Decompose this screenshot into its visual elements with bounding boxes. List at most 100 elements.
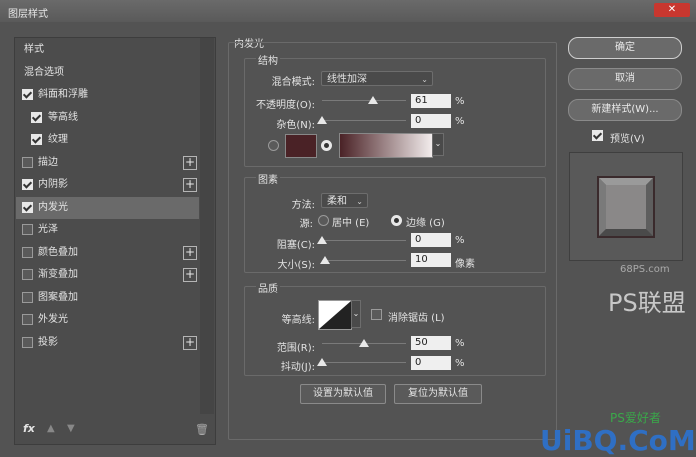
solid-color-radio[interactable]: [268, 140, 279, 151]
style-item-label: 渐变叠加: [38, 269, 78, 280]
jitter-slider[interactable]: [322, 362, 406, 363]
style-item-label: 光泽: [38, 224, 58, 235]
style-item-7[interactable]: 内发光: [16, 196, 199, 219]
source-center-radio[interactable]: [318, 215, 329, 226]
style-item-6[interactable]: 内阴影 +: [16, 174, 199, 196]
style-list-scrollbar[interactable]: [200, 38, 214, 414]
cancel-button[interactable]: 取消: [568, 68, 682, 90]
style-item-12[interactable]: 外发光: [16, 309, 199, 331]
blend-mode-value: 线性加深: [327, 74, 367, 85]
blend-mode-dropdown[interactable]: 线性加深 ⌄: [321, 71, 433, 86]
glow-color-swatch[interactable]: [285, 134, 317, 158]
noise-slider[interactable]: [322, 120, 406, 121]
noise-input[interactable]: 0: [411, 114, 451, 128]
watermark-site-68ps: 68PS.com: [620, 264, 670, 275]
style-item-0[interactable]: 样式: [16, 39, 199, 61]
style-item-label: 混合选项: [24, 66, 64, 78]
style-item-11[interactable]: 图案叠加: [16, 287, 199, 309]
watermark-site-uibq: UiBQ.CoM: [540, 424, 696, 457]
chevron-down-icon: ⌄: [352, 309, 360, 318]
size-input[interactable]: 10: [411, 253, 451, 267]
jitter-slider-thumb[interactable]: [317, 358, 327, 366]
trash-icon[interactable]: 🗑: [195, 423, 209, 436]
method-value: 柔和: [327, 196, 347, 207]
style-item-checkbox[interactable]: [22, 314, 33, 325]
style-item-checkbox[interactable]: [22, 201, 33, 213]
blend-mode-label: 混合模式:: [271, 77, 315, 88]
new-style-button[interactable]: 新建样式(W)...: [568, 99, 682, 121]
style-item-3[interactable]: 等高线: [16, 107, 199, 129]
source-center-label: 居中 (E): [332, 218, 370, 229]
move-up-icon[interactable]: ▲: [47, 423, 55, 434]
style-item-checkbox[interactable]: [22, 89, 33, 100]
style-item-10[interactable]: 渐变叠加 +: [16, 264, 199, 286]
glow-gradient-swatch[interactable]: [339, 133, 433, 158]
antialias-checkbox[interactable]: [371, 309, 382, 320]
style-item-9[interactable]: 颜色叠加 +: [16, 242, 199, 264]
style-item-13[interactable]: 投影 +: [16, 332, 199, 354]
style-item-checkbox[interactable]: [22, 224, 33, 235]
reset-default-button[interactable]: 复位为默认值: [394, 384, 482, 404]
style-item-8[interactable]: 光泽: [16, 219, 199, 241]
range-label: 范围(R):: [276, 343, 315, 354]
noise-slider-thumb[interactable]: [317, 116, 327, 124]
ok-button[interactable]: 确定: [568, 37, 682, 59]
style-item-2[interactable]: 斜面和浮雕: [16, 84, 199, 106]
choke-input[interactable]: 0: [411, 233, 451, 247]
style-item-label: 内阴影: [38, 179, 68, 190]
style-item-checkbox[interactable]: [31, 134, 42, 145]
opacity-slider[interactable]: [322, 100, 406, 101]
size-label: 大小(S):: [277, 260, 315, 271]
method-dropdown[interactable]: 柔和 ⌄: [321, 193, 368, 208]
fx-icon[interactable]: fx: [23, 422, 35, 435]
choke-unit: %: [455, 235, 465, 246]
move-down-icon[interactable]: ▼: [67, 423, 75, 434]
style-item-label: 外发光: [38, 314, 68, 325]
range-input[interactable]: 50: [411, 336, 451, 350]
add-effect-icon[interactable]: +: [183, 245, 197, 260]
source-label: 源:: [299, 219, 313, 230]
preview-checkbox[interactable]: [592, 130, 603, 141]
opacity-unit: %: [455, 96, 465, 107]
style-item-4[interactable]: 纹理: [16, 129, 199, 151]
style-item-checkbox[interactable]: [22, 156, 33, 168]
jitter-input[interactable]: 0: [411, 356, 451, 370]
style-item-1[interactable]: 混合选项: [16, 62, 199, 84]
set-default-button[interactable]: 设置为默认值: [300, 384, 386, 404]
gradient-radio[interactable]: [321, 140, 332, 151]
contour-preview[interactable]: [318, 300, 352, 330]
source-edge-label: 边缘 (G): [406, 218, 445, 229]
add-effect-icon[interactable]: +: [183, 268, 197, 282]
add-effect-icon[interactable]: +: [183, 178, 197, 192]
style-item-checkbox[interactable]: [22, 179, 33, 190]
title-bar: 图层样式 ✕: [0, 0, 696, 22]
close-button[interactable]: ✕: [654, 3, 690, 17]
contour-dropdown[interactable]: ⌄: [351, 300, 361, 328]
opacity-input[interactable]: 61: [411, 94, 451, 108]
source-edge-radio[interactable]: [391, 215, 402, 226]
style-item-label: 样式: [24, 44, 44, 55]
style-item-checkbox[interactable]: [22, 336, 33, 348]
style-item-checkbox[interactable]: [22, 246, 33, 258]
style-item-5[interactable]: 描边 +: [16, 152, 199, 174]
choke-slider-thumb[interactable]: [317, 236, 327, 244]
size-slider[interactable]: [322, 260, 406, 261]
style-item-checkbox[interactable]: [22, 291, 33, 303]
range-slider-thumb[interactable]: [359, 339, 369, 347]
jitter-label: 抖动(J):: [280, 362, 315, 373]
opacity-slider-thumb[interactable]: [368, 96, 379, 104]
add-effect-icon[interactable]: +: [183, 335, 197, 350]
opacity-label: 不透明度(O):: [255, 100, 315, 111]
style-item-label: 斜面和浮雕: [38, 89, 88, 100]
choke-slider[interactable]: [322, 240, 406, 241]
choke-label: 阻塞(C):: [276, 240, 315, 251]
size-slider-thumb[interactable]: [320, 256, 331, 264]
style-item-label: 图案叠加: [38, 291, 78, 303]
style-item-checkbox[interactable]: [22, 269, 33, 280]
style-list-footer: fx ▲ ▼ 🗑: [15, 420, 215, 440]
gradient-dropdown[interactable]: ⌄: [432, 133, 444, 156]
add-effect-icon[interactable]: +: [183, 155, 197, 170]
elements-title: 图素: [256, 171, 280, 186]
style-item-label: 等高线: [48, 111, 78, 123]
style-item-checkbox[interactable]: [31, 111, 42, 123]
